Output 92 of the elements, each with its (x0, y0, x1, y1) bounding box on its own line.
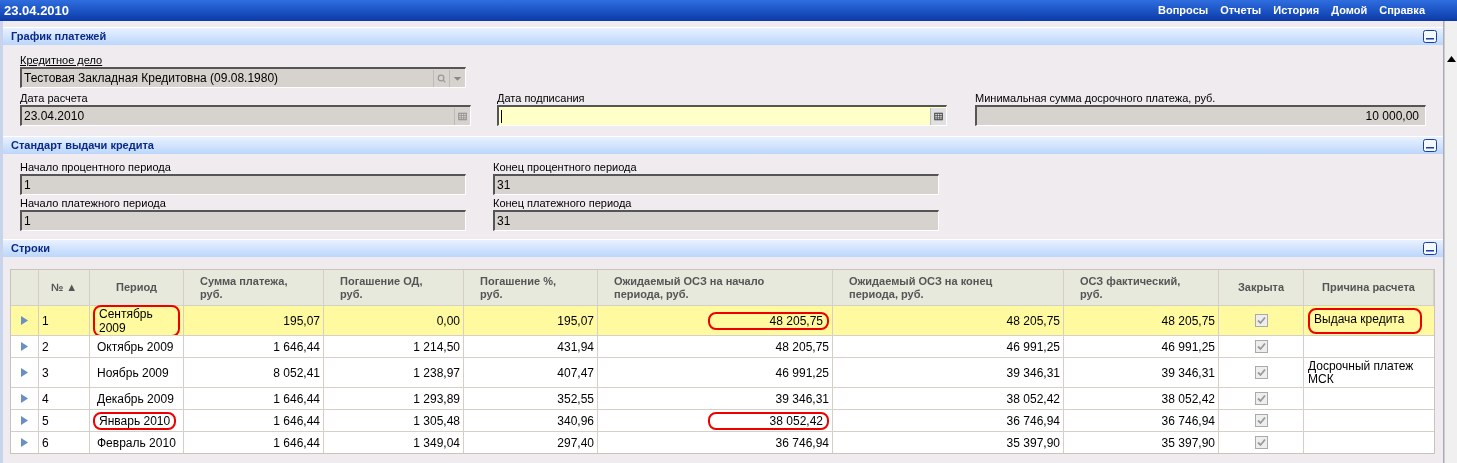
table-cell: 1 646,44 (273, 413, 320, 428)
table-cell: 1 646,44 (273, 435, 320, 450)
row-arrow-icon[interactable] (21, 438, 28, 447)
table-cell: 1 646,44 (273, 391, 320, 406)
table-cell-text: Досрочный платеж МСК (1308, 360, 1415, 386)
table-cell: 36 746,94 (775, 435, 829, 450)
nav-link[interactable]: История (1273, 2, 1320, 19)
table-cell: 0,00 (436, 313, 460, 328)
collapse-icon[interactable] (1423, 242, 1437, 255)
field-label: Дата расчета (20, 92, 89, 105)
table-cell: 8 052,41 (273, 365, 320, 380)
table-cell: 35 397,90 (1161, 435, 1215, 450)
table-cell: 431,94 (557, 339, 594, 354)
field-label: Начало процентного периода (20, 161, 172, 174)
field-label: Конец процентного периода (493, 161, 638, 174)
field-label: Конец платежного периода (493, 197, 633, 210)
nav-link[interactable]: Отчеты (1220, 2, 1262, 19)
scroll-up-icon[interactable] (1446, 56, 1456, 62)
table-row[interactable]: 6 Февраль 2010 1 646,44 1 349,04 297,40 36 746,94 35 397,90 35 397,90 (11, 431, 1434, 453)
table-cell: 297,40 (557, 435, 594, 450)
table-row[interactable]: 3 Ноябрь 2009 8 052,41 1 238,97 407,47 46 991,25 39 346,31 39 346,31 Досрочный платеж МСК (11, 357, 1434, 387)
row-arrow-icon[interactable] (21, 342, 28, 351)
table-cell: 195,07 (283, 313, 320, 328)
table-cell: 46 991,25 (1006, 339, 1060, 354)
input-field[interactable]: 31 (493, 210, 939, 231)
table-cell: 48 205,75 (775, 339, 829, 354)
table-cell: 38 052,42 (707, 411, 829, 430)
table-cell: 3 (42, 365, 49, 380)
table-cell: 48 205,75 (1006, 313, 1060, 328)
table-cell: 195,07 (557, 313, 594, 328)
table-cell: 36 746,94 (1006, 413, 1060, 428)
current-date: 23.04.2010 (4, 1, 70, 20)
field-label: Кредитное дело (20, 54, 104, 67)
table-cell: 48 205,75 (707, 311, 829, 330)
table-cell: 407,47 (557, 365, 594, 380)
table-cell: 1 305,48 (413, 413, 460, 428)
table-cell: 1 349,04 (413, 435, 460, 450)
table-cell: 1 646,44 (273, 339, 320, 354)
table-row[interactable]: 5 Январь 2010 1 646,44 1 305,48 340,96 38 052,42 36 746,94 36 746,94 (11, 409, 1434, 431)
table-cell: 39 346,31 (1161, 365, 1215, 380)
table-cell: 1 238,97 (413, 365, 460, 380)
table-cell: 340,96 (557, 413, 594, 428)
table-cell: 35 397,90 (1006, 435, 1060, 450)
section-title: Стандарт выдачи кредита (11, 138, 154, 154)
table-cell-text: Декабрь 2009 (96, 391, 174, 406)
row-arrow-icon[interactable] (21, 368, 28, 377)
table-cell: 39 346,31 (1006, 365, 1060, 380)
input-field[interactable]: 1 (20, 210, 466, 231)
field-label: Дата подписания (497, 92, 586, 105)
search-icon[interactable] (433, 69, 449, 87)
section-title: График платежей (11, 29, 107, 45)
nav-link[interactable]: Справка (1379, 2, 1425, 19)
calendar-icon[interactable] (930, 107, 946, 125)
input-field[interactable]: 1 (20, 174, 466, 195)
table-row[interactable]: 1 Сентябрь 2009 195,07 0,00 195,07 48 205,75 48 205,75 48 205,75 Выдача кредита (11, 305, 1434, 335)
table-cell: 6 (42, 435, 49, 450)
input-field[interactable]: 10 000,00 (975, 105, 1426, 126)
table-cell: 2 (42, 339, 49, 354)
table-cell: 5 (42, 413, 49, 428)
input-field[interactable]: 23.04.2010 (20, 105, 471, 126)
input-field[interactable] (497, 105, 947, 126)
table-cell: Январь 2010 (93, 411, 177, 430)
table-cell: 1 293,89 (413, 391, 460, 406)
row-arrow-icon[interactable] (21, 416, 28, 425)
table-cell: 38 052,42 (1006, 391, 1060, 406)
scrollbar[interactable] (1444, 21, 1457, 463)
table-row[interactable]: 2 Октябрь 2009 1 646,44 1 214,50 431,94 48 205,75 46 991,25 46 991,25 (11, 335, 1434, 357)
field-label: Минимальная сумма досрочного платежа, руб. (975, 92, 1217, 105)
table-cell: 46 991,25 (1161, 339, 1215, 354)
collapse-icon[interactable] (1423, 30, 1437, 43)
table-cell: 4 (42, 391, 49, 406)
table-cell-text: Февраль 2010 (96, 435, 176, 450)
table-cell: 39 346,31 (775, 391, 829, 406)
nav-link[interactable]: Домой (1331, 2, 1368, 19)
nav-link[interactable]: Вопросы (1158, 2, 1209, 19)
table-cell: 1 (42, 313, 49, 328)
table-cell: 352,55 (557, 391, 594, 406)
table-cell: 38 052,42 (1161, 391, 1215, 406)
row-arrow-icon[interactable] (21, 316, 28, 325)
row-arrow-icon[interactable] (21, 394, 28, 403)
table-cell: 46 991,25 (775, 365, 829, 380)
section-title: Строки (11, 241, 51, 257)
table-row[interactable]: 4 Декабрь 2009 1 646,44 1 293,89 352,55 39 346,31 38 052,42 38 052,42 (11, 387, 1434, 409)
input-field[interactable]: 31 (493, 174, 939, 195)
table-cell-text: Ноябрь 2009 (96, 365, 169, 380)
collapse-icon[interactable] (1423, 139, 1437, 152)
table-cell: 1 214,50 (413, 339, 460, 354)
table-cell-text: Октябрь 2009 (96, 339, 174, 354)
field-label: Начало платежного периода (20, 197, 167, 210)
table-cell: 48 205,75 (1161, 313, 1215, 328)
input-field[interactable]: Тестовая Закладная Кредитовна (09.08.1980) (20, 67, 466, 88)
table-cell: 36 746,94 (1161, 413, 1215, 428)
